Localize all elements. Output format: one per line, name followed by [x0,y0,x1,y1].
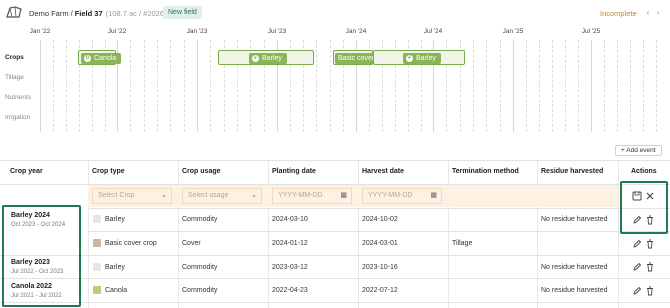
timeline-date: Jan '24 [345,28,367,35]
timeline-date: Jul '25 [581,28,601,35]
canola-icon: ✿ [84,55,91,62]
crop-bar-label: Barley [416,55,436,62]
timeline-date: Jul '23 [267,28,287,35]
timeline-crop-bar-canola[interactable]: ✿ Canola [78,50,122,65]
edit-icon[interactable] [632,239,642,249]
timeline-crop-bar-barley-2023[interactable]: ❦ Barley [218,50,314,65]
add-event-button[interactable]: + Add event [615,145,662,156]
timeline-date: Jan '23 [186,28,208,35]
barley-icon: ❦ [252,55,259,62]
chevron-down-icon: ⌄ [161,192,167,199]
crop-type-select[interactable]: Select Crop ⌄ [92,188,172,204]
timeline-date: Jul '24 [423,28,443,35]
planting-date-cell: 2023-03-12 [272,264,308,271]
chevron-left-icon[interactable]: ‹ [643,8,653,18]
col-header-actions: Actions [631,168,657,175]
harvest-date-cell: 2024-03-01 [362,240,398,247]
status-badge: Incomplete [600,9,637,18]
planting-date-cell: 2022-04-23 [272,287,308,294]
timeline-row-nutrients: Nutrients [5,94,32,101]
col-header-crop-usage: Crop usage [182,168,221,175]
crop-usage-placeholder: Select usage [188,192,229,199]
residue-cell: No residue harvested [541,216,608,223]
trash-icon[interactable] [645,262,655,272]
field-map-icon [6,6,22,18]
harvest-date-input[interactable]: YYYY-MM-DD ▦ [362,188,442,204]
page-header: Demo Farm / Field 37 (108.7 ac / #202615) N… [0,0,670,24]
crop-bar-label: Canola [94,55,117,62]
harvest-date-cell: 2024-10-02 [362,216,398,223]
harvest-date-cell: 2023-10-16 [362,264,398,271]
timeline-date: Jan '25 [502,28,524,35]
crop-type-cell: Barley [105,216,125,223]
barley-icon [93,263,101,271]
breadcrumb-farm[interactable]: Demo Farm [29,9,69,18]
timeline-date: Jan '22 [29,28,51,35]
col-header-planting-date: Planting date [272,168,316,175]
crop-type-cell: Canola [105,287,128,294]
breadcrumb-separator: / [70,9,73,18]
crop-bar-label: Barley [262,55,282,62]
edit-icon[interactable] [632,262,642,272]
crop-type-cell: Basic cover crop [105,240,157,247]
timeline-crop-bar-cover[interactable]: Basic cover crop [333,50,395,65]
timeline-crop-bar-barley-2024[interactable]: ❦ Barley [373,50,465,65]
planting-date-input[interactable]: YYYY-MM-DD ▦ [272,188,352,204]
breadcrumb: Demo Farm / Field 37 (108.7 ac / #202615) [29,9,175,18]
chevron-down-icon: ⌄ [251,192,257,199]
canola-icon [93,286,101,294]
timeline-date: Jul '22 [107,28,127,35]
crop-type-cell: Barley [105,264,125,271]
termination-cell: Tillage [452,240,473,247]
crop-usage-cell: Cover [182,240,201,247]
col-header-harvest-date: Harvest date [362,168,405,175]
timeline-row-crops: Crops [5,54,24,61]
trash-icon[interactable] [645,239,655,249]
planting-date-cell: 2024-01-12 [272,240,308,247]
calendar-icon: ▦ [430,192,437,199]
timeline-date-axis: Jan '22 Jul '22 Jan '23 Jul '23 Jan '24 … [0,28,670,38]
cover-crop-icon [93,239,101,247]
barley-icon [93,215,101,223]
calendar-icon: ▦ [340,192,347,199]
crop-usage-cell: Commodity [182,264,218,271]
timeline-row-tillage: Tillage [5,74,24,81]
actions-highlight [620,181,668,234]
col-header-crop-year: Crop year [10,168,43,175]
harvest-date-cell: 2022-07-12 [362,287,398,294]
edit-icon[interactable] [632,286,642,296]
planting-date-cell: 2024-03-10 [272,216,308,223]
trash-icon[interactable] [645,286,655,296]
breadcrumb-field: Field 37 [74,9,103,18]
chevron-right-icon[interactable]: › [653,8,663,18]
col-header-termination: Termination method [452,168,519,175]
crop-usage-select[interactable]: Select usage ⌄ [182,188,262,204]
barley-icon: ❦ [406,55,413,62]
timeline-row-irrigation: Irrigation [5,114,31,121]
residue-cell: No residue harvested [541,264,608,271]
residue-cell: No residue harvested [541,287,608,294]
col-header-crop-type: Crop type [92,168,125,175]
crop-usage-cell: Commodity [182,287,218,294]
harvest-date-placeholder: YYYY-MM-DD [368,192,413,199]
crop-year-highlight [2,205,81,307]
planting-date-placeholder: YYYY-MM-DD [278,192,323,199]
crop-usage-cell: Commodity [182,216,218,223]
new-field-badge: New field [163,6,202,19]
crop-type-placeholder: Select Crop [98,192,135,199]
col-header-residue: Residue harvested [541,168,604,175]
